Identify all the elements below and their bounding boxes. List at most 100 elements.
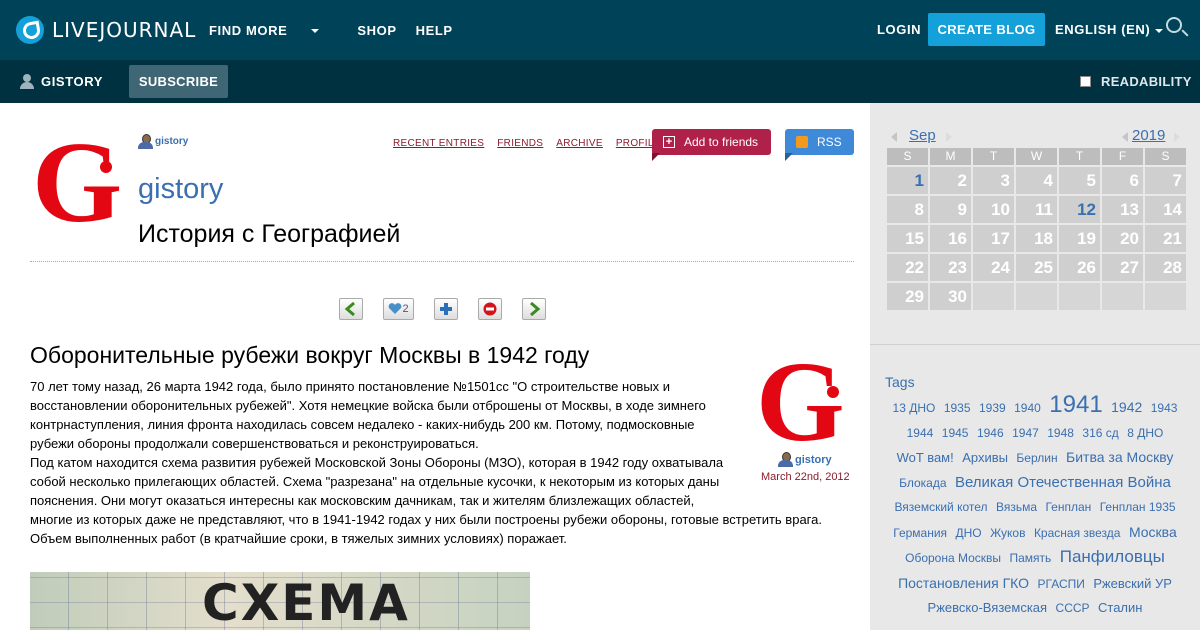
tag-link[interactable]: Генплан 1935 <box>1100 500 1176 514</box>
tag-link[interactable]: Москва <box>1129 524 1177 540</box>
tag-link[interactable]: Память <box>1010 551 1052 565</box>
tag-link[interactable]: WoT вам! <box>897 450 954 465</box>
user-icon <box>778 452 793 467</box>
link-friends[interactable]: FRIENDS <box>497 138 543 149</box>
login-link[interactable]: LOGIN <box>877 22 921 37</box>
journal-user-link[interactable]: GISTORY <box>20 74 103 89</box>
tag-link[interactable]: 1935 <box>944 401 971 415</box>
tag-link[interactable]: 1942 <box>1111 399 1142 415</box>
tag-link[interactable]: Блокада <box>899 476 946 490</box>
link-recent-entries[interactable]: RECENT ENTRIES <box>393 138 484 149</box>
livejournal-logo-icon <box>16 16 44 44</box>
calendar-day: 19 <box>1059 225 1100 252</box>
next-month-icon[interactable] <box>946 132 952 142</box>
prev-year-icon[interactable] <box>1122 132 1128 142</box>
calendar-month[interactable]: Sep <box>909 127 936 144</box>
flag-button[interactable] <box>478 298 502 320</box>
tag-link[interactable]: 8 ДНО <box>1127 426 1163 440</box>
tag-link[interactable]: 316 сд <box>1082 426 1118 440</box>
tag-link[interactable]: Великая Отечественная Война <box>955 474 1171 491</box>
tag-link[interactable]: 1944 <box>907 426 934 440</box>
nav-shop[interactable]: SHOP <box>357 23 396 38</box>
calendar-day: 6 <box>1102 167 1143 194</box>
calendar-day[interactable]: 1 <box>887 167 928 194</box>
tag-link[interactable]: 1945 <box>942 426 969 440</box>
heart-icon <box>389 303 402 314</box>
calendar-day: 10 <box>973 196 1014 223</box>
like-button[interactable]: 2 <box>383 298 414 320</box>
tag-link[interactable]: Ржевский УР <box>1093 576 1172 591</box>
journal-owner-link[interactable]: gistory <box>138 134 188 149</box>
stop-icon <box>483 302 497 316</box>
calendar-day: 29 <box>887 283 928 310</box>
add-to-friends-button[interactable]: + Add to friends <box>652 129 771 155</box>
tag-link[interactable]: Вязьма <box>996 500 1037 514</box>
readability-checkbox[interactable] <box>1080 76 1091 87</box>
calendar-empty-cell <box>1145 283 1186 310</box>
tag-link[interactable]: Генплан <box>1045 500 1091 514</box>
tag-link[interactable]: 1947 <box>1012 426 1039 440</box>
tag-link[interactable]: Берлин <box>1016 451 1057 465</box>
create-blog-button[interactable]: CREATE BLOG <box>928 13 1045 46</box>
prev-entry-button[interactable] <box>339 298 363 320</box>
tag-link[interactable]: Битва за Москву <box>1066 449 1173 465</box>
weekday-header: S <box>887 148 928 165</box>
calendar-day: 16 <box>930 225 971 252</box>
next-year-icon[interactable] <box>1174 132 1180 142</box>
calendar-day: 30 <box>930 283 971 310</box>
calendar-day[interactable]: 12 <box>1059 196 1100 223</box>
tag-link[interactable]: Постановления ГКО <box>898 575 1029 591</box>
tab-tail <box>652 153 660 161</box>
scheme-map-image[interactable]: СХЕМА <box>30 572 530 630</box>
tag-link[interactable]: Архивы <box>962 450 1008 465</box>
add-memory-button[interactable] <box>434 298 458 320</box>
tag-link[interactable]: 1943 <box>1151 401 1178 415</box>
tag-link[interactable]: СССР <box>1056 601 1090 615</box>
tag-link[interactable]: 1946 <box>977 426 1004 440</box>
journal-logo-letter: G <box>34 133 122 227</box>
calendar-day: 13 <box>1102 196 1143 223</box>
tag-link[interactable]: Германия <box>893 526 947 540</box>
subscribe-button[interactable]: SUBSCRIBE <box>129 65 228 98</box>
nav-find-more-label: FIND MORE <box>209 22 288 38</box>
weekday-header: T <box>1059 148 1100 165</box>
tag-link[interactable]: Оборона Москвы <box>905 551 1001 565</box>
tag-link[interactable]: Красная звезда <box>1034 526 1121 540</box>
entry-author-link[interactable]: gistory <box>778 452 832 467</box>
prev-month-icon[interactable] <box>891 132 897 142</box>
tag-link[interactable]: 13 ДНО <box>893 401 936 415</box>
nav-help[interactable]: HELP <box>416 23 453 38</box>
rss-button[interactable]: RSS <box>785 129 854 155</box>
logo-text: LIVEJOURNAL <box>52 18 197 42</box>
next-entry-button[interactable] <box>522 298 546 320</box>
tag-link[interactable]: 1940 <box>1014 401 1041 415</box>
entry-author-name: gistory <box>795 453 832 466</box>
calendar-day: 5 <box>1059 167 1100 194</box>
tag-link[interactable]: Ржевско-Вяземская <box>928 600 1048 615</box>
calendar-year[interactable]: 2019 <box>1132 127 1165 144</box>
calendar-empty-cell <box>973 283 1014 310</box>
userpic-letter: G <box>760 354 845 448</box>
calendar-day: 27 <box>1102 254 1143 281</box>
tag-link[interactable]: Жуков <box>990 526 1025 540</box>
tag-link[interactable]: Сталин <box>1098 600 1142 615</box>
tag-link[interactable]: РГАСПИ <box>1038 577 1085 591</box>
calendar-day: 8 <box>887 196 928 223</box>
tag-link[interactable]: 1941 <box>1049 391 1102 418</box>
tag-link[interactable]: ДНО <box>956 526 982 540</box>
tag-link[interactable]: 1948 <box>1047 426 1074 440</box>
livejournal-logo[interactable]: LIVEJOURNAL <box>16 15 196 45</box>
author-userpic-icon[interactable]: G <box>760 354 854 448</box>
entry-title[interactable]: Оборонительные рубежи вокруг Москвы в 19… <box>30 342 589 369</box>
journal-title[interactable]: gistory <box>138 173 223 206</box>
entry-date: March 22nd, 2012 <box>761 471 850 483</box>
search-icon[interactable] <box>1166 17 1182 33</box>
journal-username: GISTORY <box>41 74 103 89</box>
nav-find-more[interactable]: FIND MORE <box>209 23 338 38</box>
language-selector[interactable]: ENGLISH (EN) <box>1055 22 1164 37</box>
link-archive[interactable]: ARCHIVE <box>556 138 603 149</box>
tag-link[interactable]: 1939 <box>979 401 1006 415</box>
tag-link[interactable]: Вяземский котел <box>894 500 987 514</box>
readability-toggle[interactable]: READABILITY <box>1080 74 1192 89</box>
tag-link[interactable]: Панфиловцы <box>1060 547 1165 566</box>
